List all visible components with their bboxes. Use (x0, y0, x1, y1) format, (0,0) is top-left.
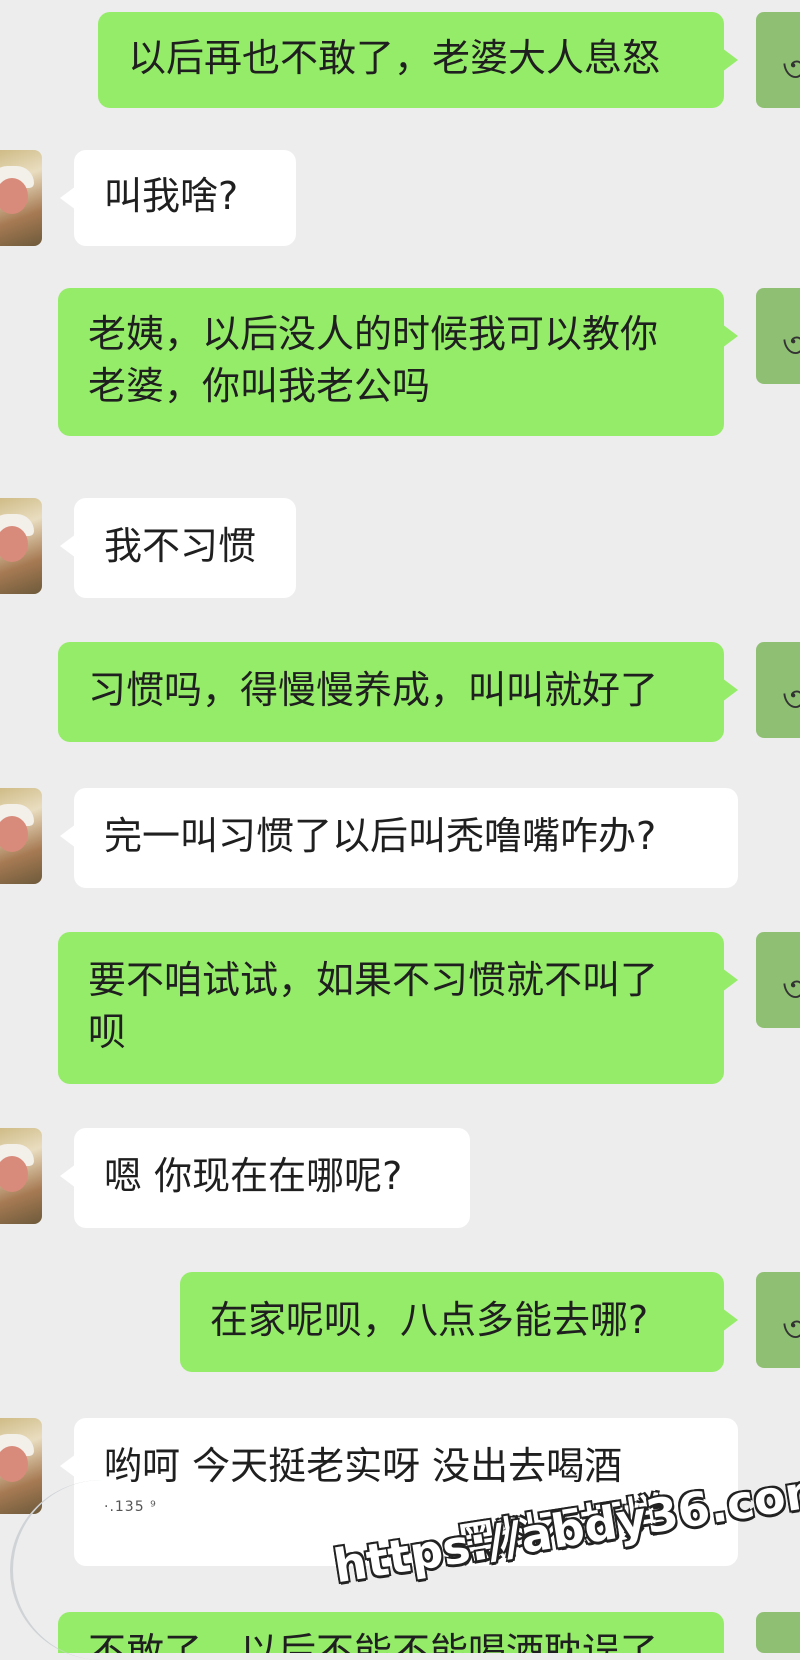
avatar-glyph: ৩ (782, 325, 800, 366)
message-bubble-received[interactable]: 完一叫习惯了以后叫秃噜嘴咋办? (60, 788, 738, 888)
avatar-glyph: ৩ (782, 49, 800, 90)
message-text: 哟呵 今天挺老实呀 没出去喝酒 (104, 1444, 623, 1488)
my-avatar[interactable]: ৩ (756, 1612, 800, 1653)
avatar-glyph: ৩ (782, 1642, 800, 1653)
my-avatar[interactable]: ৩ (756, 1272, 800, 1368)
message-text: 我不习惯 (104, 524, 257, 568)
message-text: 完一叫习惯了以后叫秃噜嘴咋办? (104, 814, 657, 858)
message-bubble-received[interactable]: 我不习惯 (60, 498, 296, 598)
message-text: 习惯吗，得慢慢养成，叫叫就好了 (88, 668, 659, 712)
avatar-face (0, 178, 28, 214)
my-avatar[interactable]: ৩ (756, 12, 800, 108)
contact-avatar[interactable] (0, 1128, 42, 1224)
message-text: 老姨，以后没人的时候我可以教你老婆，你叫我老公吗 (88, 312, 659, 408)
message-bubble-sent[interactable]: 要不咱试试，如果不习惯就不叫了呗 (58, 932, 738, 1084)
message-bubble-sent[interactable]: 以后再也不敢了，老婆大人息怒 (98, 12, 738, 108)
avatar-face (0, 816, 28, 852)
my-avatar[interactable]: ৩ (756, 288, 800, 384)
avatar-face (0, 1446, 28, 1482)
message-bubble-received[interactable]: 嗯 你现在在哪呢? (60, 1128, 470, 1228)
message-text: 不敢了，以后不能不能喝酒耽误了 (88, 1630, 659, 1653)
message-bubble-received[interactable]: 叫我啥? (60, 150, 296, 246)
decorative-arc (10, 1480, 193, 1660)
my-avatar[interactable]: ৩ (756, 932, 800, 1028)
my-avatar[interactable]: ৩ (756, 642, 800, 738)
contact-avatar[interactable] (0, 1418, 42, 1514)
message-text: 要不咱试试，如果不习惯就不叫了呗 (88, 958, 659, 1054)
avatar-glyph: ৩ (782, 1309, 800, 1350)
message-bubble-sent[interactable]: 习惯吗，得慢慢养成，叫叫就好了 (58, 642, 738, 742)
avatar-glyph: ৩ (782, 969, 800, 1010)
message-text: 以后再也不敢了，老婆大人息怒 (128, 36, 661, 80)
avatar-glyph: ৩ (782, 679, 800, 720)
message-text: 在家呢呗，八点多能去哪? (210, 1298, 649, 1342)
contact-avatar[interactable] (0, 498, 42, 594)
message-text: 叫我啥? (104, 174, 239, 218)
message-text: 嗯 你现在在哪呢? (104, 1154, 403, 1198)
contact-avatar[interactable] (0, 150, 42, 246)
avatar-face (0, 1156, 28, 1192)
avatar-face (0, 526, 28, 562)
contact-avatar[interactable] (0, 788, 42, 884)
message-bubble-sent[interactable]: 在家呢呗，八点多能去哪? (180, 1272, 738, 1372)
message-bubble-sent[interactable]: 老姨，以后没人的时候我可以教你老婆，你叫我老公吗 (58, 288, 738, 436)
